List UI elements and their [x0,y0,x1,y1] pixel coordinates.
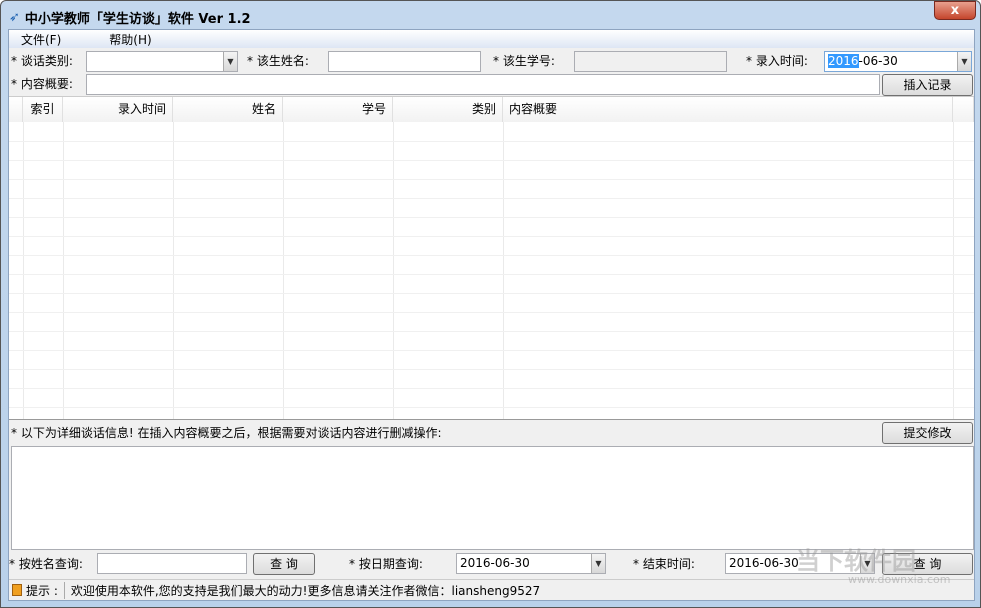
summary-label: * 内容概要: [11,77,73,91]
records-table[interactable]: 索引 录入时间 姓名 学号 类别 内容概要 [9,96,974,420]
status-message: 欢迎使用本软件,您的支持是我们最大的动力!更多信息请关注作者微信：lianshe… [70,583,541,598]
submit-changes-button[interactable]: 提交修改 [882,422,973,444]
grid-column-line [393,122,394,419]
column-header-index[interactable]: 索引 [23,97,63,122]
chevron-down-icon[interactable]: ▼ [223,52,237,71]
start-date-picker[interactable]: 2016-06-30 ▼ [456,553,606,574]
grid-column-line [953,122,954,419]
grid-row-line [9,369,974,370]
date-label: * 录入时间: [746,54,808,68]
query-name-input[interactable] [97,553,247,574]
grid-row-line [9,350,974,351]
detail-label: * 以下为详细谈话信息! 在插入内容概要之后，根据需要对谈话内容进行删减操作: [11,426,442,440]
row-header-corner [9,97,23,122]
watermark-logo: 当下软件园 [796,547,916,575]
insert-record-button[interactable]: 插入记录 [882,74,973,96]
grid-row-line [9,236,974,237]
query-name-label: * 按姓名查询: [9,557,83,571]
category-label: * 谈话类别: [11,54,73,68]
student-id-label: * 该生学号: [493,54,555,68]
student-id-input[interactable] [574,51,727,72]
column-header-time[interactable]: 录入时间 [63,97,173,122]
window-title: 中小学教师「学生访谈」软件 Ver 1.2 [24,11,251,27]
detail-textarea[interactable] [11,446,974,550]
date-picker[interactable]: 2016-06-30 ▼ [824,51,972,72]
grid-row-line [9,331,974,332]
query-by-name-button[interactable]: 查 询 [253,553,315,575]
grid-row-line [9,141,974,142]
client-area: 文件(F) 帮助(H) * 谈话类别: ▼ * 该生姓名: * 该生学号: * … [8,29,975,601]
grid-row-line [9,312,974,313]
column-header-filler [953,97,974,122]
menu-bar: 文件(F) 帮助(H) [9,30,974,48]
column-header-id[interactable]: 学号 [283,97,393,122]
chevron-down-icon[interactable]: ▼ [957,52,971,71]
menu-help[interactable]: 帮助(H) [97,30,163,48]
grid-row-line [9,407,974,408]
title-bar: ➶ 中小学教师「学生访谈」软件 Ver 1.2 [9,5,251,29]
chevron-down-icon[interactable]: ▼ [591,554,605,573]
watermark-url: www.downxia.com [848,573,951,586]
info-icon [12,584,22,596]
name-input[interactable] [328,51,481,72]
status-bar: 提示 : 欢迎使用本软件,您的支持是我们最大的动力!更多信息请关注作者微信：li… [9,579,974,600]
grid-row-line [9,293,974,294]
status-label: 提示 : [26,581,65,599]
app-bird-icon: ➶ [9,9,20,25]
end-date-label: * 结束时间: [633,557,695,571]
grid-row-line [9,160,974,161]
grid-row-line [9,388,974,389]
grid-row-line [9,198,974,199]
grid-column-line [283,122,284,419]
menu-file[interactable]: 文件(F) [9,30,73,48]
grid-column-line [503,122,504,419]
grid-column-line [63,122,64,419]
summary-input[interactable] [86,74,880,95]
query-date-label: * 按日期查询: [349,557,423,571]
grid-row-line [9,217,974,218]
grid-column-line [173,122,174,419]
app-window: ➶ 中小学教师「学生访谈」软件 Ver 1.2 x 文件(F) 帮助(H) * … [0,0,981,608]
column-header-category[interactable]: 类别 [393,97,503,122]
category-select[interactable]: ▼ [86,51,238,72]
grid-row-line [9,179,974,180]
column-header-name[interactable]: 姓名 [173,97,283,122]
column-header-summary[interactable]: 内容概要 [503,97,953,122]
name-label: * 该生姓名: [247,54,309,68]
grid-row-line [9,274,974,275]
grid-column-line [23,122,24,419]
grid-row-line [9,255,974,256]
close-button[interactable]: x [934,1,976,20]
